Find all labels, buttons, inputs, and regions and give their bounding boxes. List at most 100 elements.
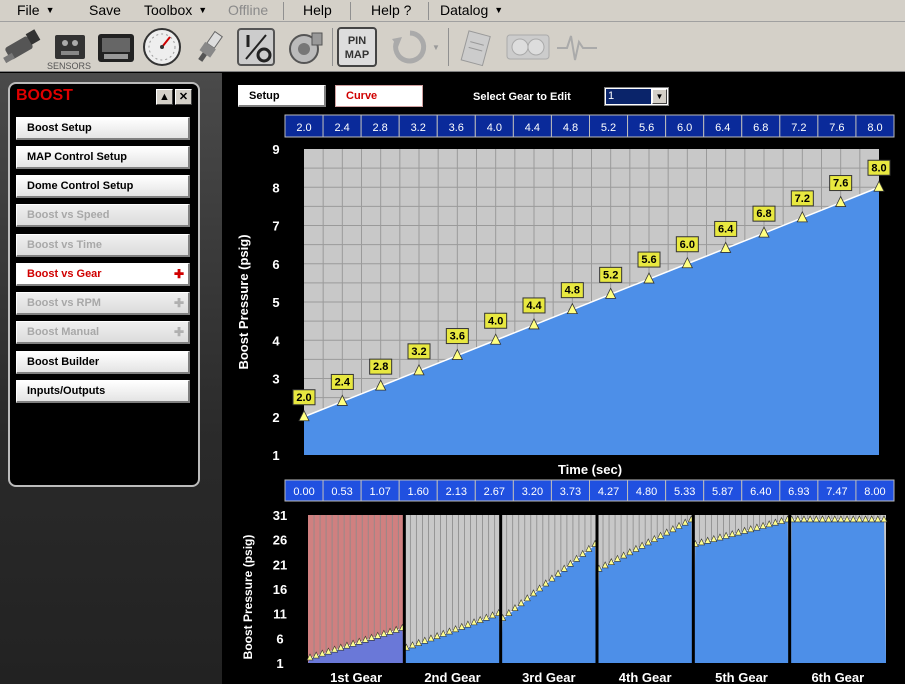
- y-axis-label: Boost Pressure (psig): [241, 535, 255, 660]
- value-cell-text: 4.8: [563, 122, 578, 134]
- sidebar-item-label: MAP Control Setup: [27, 151, 128, 163]
- sensors-button[interactable]: SENSORS: [46, 25, 92, 71]
- value-cell-text: 3.6: [449, 122, 464, 134]
- point-label: 8.0: [871, 162, 886, 174]
- y-tick-label: 6: [272, 257, 279, 272]
- value-cell-text: 7.2: [791, 122, 806, 134]
- datalog-button: [556, 25, 598, 69]
- y-tick-label: 5: [272, 295, 279, 310]
- value-cell-text: 6.0: [677, 122, 692, 134]
- point-label: 6.0: [680, 239, 695, 251]
- gear-label: 5th Gear: [715, 670, 768, 684]
- chevron-down-icon: ▼: [198, 5, 208, 15]
- menu-help-question[interactable]: Help ?: [371, 2, 411, 18]
- chevron-down-icon: ▼: [494, 5, 504, 15]
- point-label: 5.2: [603, 269, 618, 281]
- point-label: 2.4: [335, 376, 351, 388]
- y-tick-label: 16: [273, 582, 287, 597]
- ecu-button[interactable]: [94, 25, 138, 69]
- sidebar-item-dome-control-setup[interactable]: Dome Control Setup: [16, 175, 190, 198]
- refresh-icon: [392, 30, 427, 64]
- sidebar-item-label: Boost Setup: [27, 122, 92, 134]
- sidebar-item-label: Boost Builder: [27, 356, 100, 368]
- io-button[interactable]: [234, 25, 278, 69]
- gauge-icon: [143, 28, 181, 66]
- sidebar-item-boost-vs-gear[interactable]: Boost vs Gear ✚: [16, 263, 190, 286]
- y-tick-label: 11: [273, 607, 287, 622]
- value-cell-text: 8.0: [867, 122, 882, 134]
- sidebar-item-boost-vs-rpm[interactable]: Boost vs RPM ✚: [16, 292, 190, 315]
- boost-panel: BOOST ▲ ✕ Boost Setup MAP Control Setup Do…: [8, 82, 200, 487]
- value-cell-text: 2.0: [296, 122, 311, 134]
- sidebar-item-label: Boost vs Time: [27, 239, 102, 251]
- menu-help[interactable]: Help: [303, 2, 332, 18]
- point-label: 6.4: [718, 223, 734, 235]
- point-label: 2.8: [373, 361, 388, 373]
- time-cell-text: 0.53: [331, 486, 352, 498]
- pin-map-button[interactable]: PIN MAP: [336, 25, 378, 69]
- value-cell-text: 6.8: [753, 122, 768, 134]
- sidebar-item-inputs-outputs[interactable]: Inputs/Outputs: [16, 380, 190, 403]
- time-cell-text: 3.20: [522, 486, 543, 498]
- gear-label: 3rd Gear: [522, 670, 575, 684]
- value-cell-text: 4.4: [525, 122, 540, 134]
- time-cell-text: 6.40: [750, 486, 771, 498]
- sync-button: ▼: [386, 25, 444, 69]
- menu-divider: [428, 2, 429, 20]
- value-cell-text: 5.2: [601, 122, 616, 134]
- menu-file[interactable]: File ▼: [17, 2, 54, 18]
- menu-bar: File ▼ Save Toolbox ▼ Offline Help Help ? …: [0, 0, 905, 22]
- value-cell-text: 5.6: [639, 122, 654, 134]
- panel-title: BOOST: [16, 87, 73, 104]
- sidebar-item-boost-vs-time[interactable]: Boost vs Time: [16, 234, 190, 257]
- spark-plug-button[interactable]: [188, 25, 230, 69]
- point-label: 4.4: [526, 300, 542, 312]
- y-tick-label: 4: [272, 333, 280, 348]
- toolbar-divider: [332, 28, 333, 66]
- dashboard-icon: [506, 34, 550, 60]
- time-cell-text: 6.93: [788, 486, 809, 498]
- close-button[interactable]: ✕: [175, 89, 192, 105]
- menu-datalog[interactable]: Datalog ▼: [440, 2, 503, 18]
- y-tick-label: 1: [272, 448, 279, 463]
- sidebar-item-label: Boost vs RPM: [27, 297, 101, 309]
- value-cell-text: 4.0: [487, 122, 502, 134]
- toolbar-divider: [448, 28, 449, 66]
- time-cell-text: 2.13: [446, 486, 467, 498]
- point-label: 3.6: [450, 331, 465, 343]
- point-label: 3.2: [411, 346, 426, 358]
- value-cell-text: 2.8: [373, 122, 388, 134]
- y-tick-label: 31: [273, 508, 287, 523]
- y-tick-label: 26: [273, 533, 287, 548]
- y-tick-label: 21: [273, 557, 287, 572]
- sidebar-item-boost-builder[interactable]: Boost Builder: [16, 351, 190, 374]
- clipboard-icon: [460, 30, 491, 67]
- turbo-button[interactable]: [284, 25, 328, 69]
- sidebar-item-boost-vs-speed[interactable]: Boost vs Speed: [16, 204, 190, 227]
- sidebar-item-label: Boost vs Gear: [27, 268, 102, 280]
- spark-plug-icon: [198, 30, 223, 62]
- sensors-caption: SENSORS: [46, 61, 91, 71]
- point-label: 4.8: [565, 285, 580, 297]
- sidebar-item-boost-manual[interactable]: Boost Manual ✚: [16, 321, 190, 344]
- charts-canvas: 2.0 2.4 2.8 3.2 3.6 4.0 4.4 4.8 5.2 5.6 6.0 6.4 6.8 7…: [236, 114, 895, 684]
- sidebar: BOOST ▲ ✕ Boost Setup MAP Control Setup Do…: [0, 73, 222, 684]
- menu-toolbox[interactable]: Toolbox ▼: [144, 2, 207, 18]
- plus-icon: ✚: [173, 267, 184, 281]
- sidebar-item-label: Boost Manual: [27, 326, 100, 338]
- injector-button[interactable]: [2, 25, 44, 69]
- main-panel: Setup Curve Select Gear to Edit 1 ▼ 2.0 2…: [228, 73, 905, 684]
- value-cell-text: 3.2: [411, 122, 426, 134]
- value-cell-text: 2.4: [334, 122, 349, 134]
- gear-label: 6th Gear: [811, 670, 864, 684]
- ecu-icon: [98, 34, 134, 62]
- sidebar-item-label: Dome Control Setup: [27, 180, 134, 192]
- sidebar-item-boost-setup[interactable]: Boost Setup: [16, 117, 190, 140]
- menu-divider: [283, 2, 284, 20]
- gauge-button[interactable]: [140, 25, 184, 69]
- sidebar-item-map-control-setup[interactable]: MAP Control Setup: [16, 146, 190, 169]
- menu-save[interactable]: Save: [89, 2, 121, 18]
- sidebar-item-label: Boost vs Speed: [27, 209, 110, 221]
- y-tick-label: 1: [276, 656, 283, 671]
- minimize-button[interactable]: ▲: [156, 89, 173, 105]
